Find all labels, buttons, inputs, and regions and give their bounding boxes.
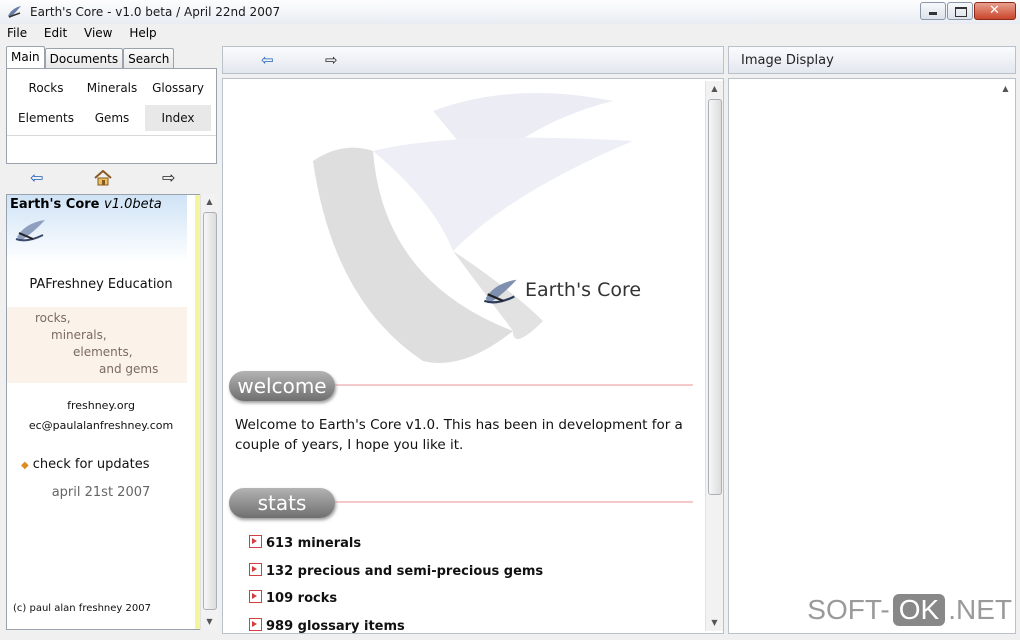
topic-item: rocks, <box>35 311 71 325</box>
image-scrollbar[interactable]: ▲ <box>997 81 1014 631</box>
stats-heading: stats <box>229 488 335 518</box>
nav-gems[interactable]: Gems <box>79 105 145 131</box>
stat-item: 109 rocks <box>249 590 337 606</box>
center-toolbar: ⇦ ⇨ <box>222 46 724 74</box>
topic-item: minerals, <box>51 328 107 342</box>
window-title: Earth's Core - v1.0 beta / April 22nd 20… <box>30 5 281 19</box>
divider <box>333 501 693 503</box>
earth-logo-icon <box>483 279 517 304</box>
tab-search[interactable]: Search <box>123 48 175 70</box>
back-arrow-icon[interactable]: ⇦ <box>30 168 43 187</box>
topic-item: elements, <box>73 345 133 359</box>
maximize-button[interactable] <box>947 2 973 20</box>
content-scrollbar[interactable]: ▲ ▼ <box>705 81 723 631</box>
forward-arrow-icon[interactable]: ⇨ <box>325 51 338 69</box>
info-brand: Earth's Core v1.0beta <box>10 197 162 212</box>
menu-edit[interactable]: Edit <box>38 24 73 42</box>
menu-view[interactable]: View <box>78 24 118 42</box>
menu-help[interactable]: Help <box>123 24 162 42</box>
welcome-text: Welcome to Earth's Core v1.0. This has b… <box>235 417 683 453</box>
email-link[interactable]: ec@paulalanfreshney.com <box>7 419 195 432</box>
minimize-button[interactable] <box>920 2 946 20</box>
scroll-down-icon[interactable]: ▼ <box>201 614 218 630</box>
stat-item: 613 minerals <box>249 535 361 551</box>
bullet-arrow-icon <box>249 563 262 576</box>
main-tab-panel: Rocks Minerals Glossary Elements Gems In… <box>6 68 217 164</box>
nav-minerals[interactable]: Minerals <box>79 75 145 101</box>
earth-watermark-graphic <box>313 93 633 363</box>
image-display-pane: ▲ <box>728 78 1016 634</box>
watermark: SOFT- OK .NET <box>807 594 1012 626</box>
title-bar: Earth's Core - v1.0 beta / April 22nd 20… <box>0 0 1020 25</box>
nav-elements[interactable]: Elements <box>13 105 79 131</box>
close-button[interactable] <box>974 2 1016 20</box>
info-pane: Earth's Core v1.0beta PAFreshney Educati… <box>6 194 202 630</box>
tab-strip: Main Documents Search <box>6 46 175 71</box>
nav-index[interactable]: Index <box>145 105 211 131</box>
topics-block: rocks, minerals, elements, and gems <box>7 307 187 383</box>
left-nav-row: ⇦ ⇨ <box>6 166 215 190</box>
info-scrollbar[interactable]: ▲ ▼ <box>200 194 218 630</box>
stat-item: 132 precious and semi-precious gems <box>249 563 543 579</box>
center-brand-title: Earth's Core <box>525 279 642 301</box>
earth-logo-icon <box>15 220 45 242</box>
content-pane: Earth's Core welcome Welcome to Earth's … <box>222 78 724 634</box>
check-updates-link[interactable]: ◆ check for updates <box>21 457 149 472</box>
home-icon[interactable] <box>94 170 112 186</box>
scroll-up-icon[interactable]: ▲ <box>201 194 218 210</box>
image-display-header: Image Display <box>728 46 1016 74</box>
divider <box>7 135 216 136</box>
topic-item: and gems <box>99 362 159 376</box>
release-date: april 21st 2007 <box>51 485 151 500</box>
bullet-icon: ◆ <box>21 460 29 471</box>
copyright-text: (c) paul alan freshney 2007 <box>13 603 151 614</box>
bullet-arrow-icon <box>249 590 262 603</box>
menu-file[interactable]: File <box>1 24 33 42</box>
image-display-title: Image Display <box>741 53 834 68</box>
welcome-heading: welcome <box>229 371 335 401</box>
app-icon <box>8 6 21 18</box>
scroll-up-icon[interactable]: ▲ <box>706 81 723 97</box>
divider <box>333 384 693 386</box>
scroll-thumb[interactable] <box>203 212 217 610</box>
bullet-arrow-icon <box>249 618 262 631</box>
tab-documents[interactable]: Documents <box>44 48 124 70</box>
left-pane: Main Documents Search Rocks Minerals Glo… <box>4 46 218 636</box>
info-header: Earth's Core v1.0beta <box>7 195 187 263</box>
menu-bar: File Edit View Help <box>0 24 1020 44</box>
back-arrow-icon[interactable]: ⇦ <box>261 51 274 69</box>
website-link[interactable]: freshney.org <box>7 399 195 412</box>
scroll-up-icon[interactable]: ▲ <box>997 81 1014 97</box>
scroll-down-icon[interactable]: ▼ <box>706 615 723 631</box>
nav-rocks[interactable]: Rocks <box>13 75 79 101</box>
publisher-name: PAFreshney Education <box>29 277 173 292</box>
forward-arrow-icon[interactable]: ⇨ <box>162 168 175 187</box>
scroll-thumb[interactable] <box>708 99 722 495</box>
bullet-arrow-icon <box>249 535 262 548</box>
stat-item: 989 glossary items <box>249 618 405 633</box>
nav-glossary[interactable]: Glossary <box>145 75 211 101</box>
